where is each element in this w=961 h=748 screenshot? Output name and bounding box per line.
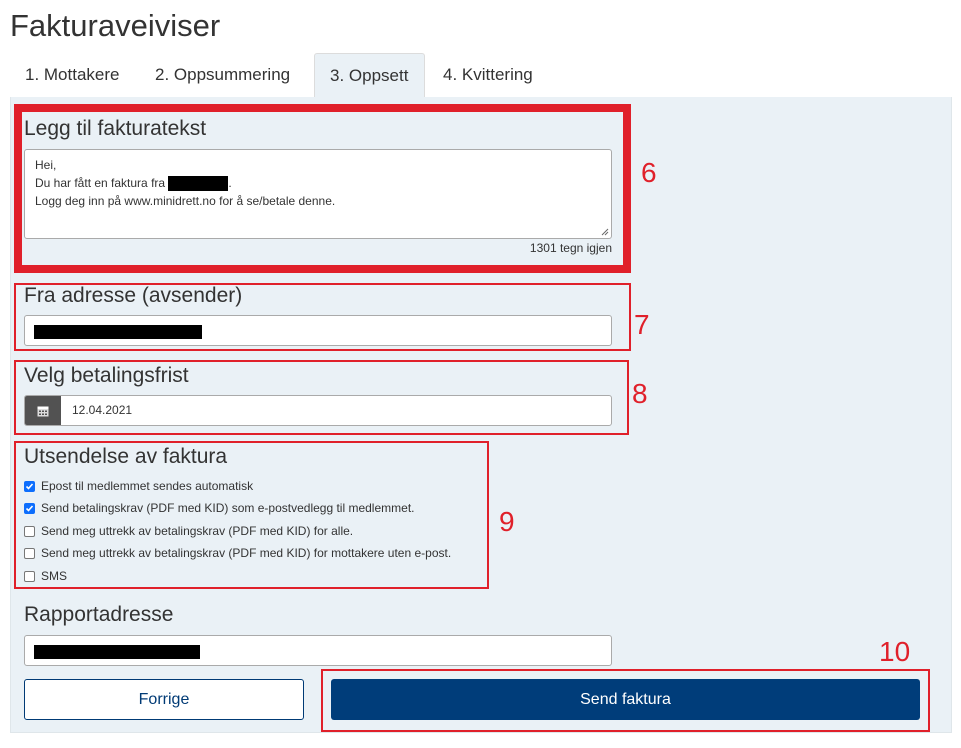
annotation-number-8: 8 [632, 378, 648, 409]
annotation-number-7: 7 [634, 309, 650, 340]
tab-oppsummering[interactable]: 2. Oppsummering [140, 53, 305, 97]
annotation-box-9 [14, 441, 489, 589]
tab-oppsett[interactable]: 3. Oppsett [314, 53, 425, 98]
annotation-number-9: 9 [499, 506, 515, 537]
annotation-box-6 [14, 104, 631, 273]
annotation-box-8 [14, 360, 629, 435]
report-address-label: Rapportadresse [24, 603, 174, 626]
previous-button[interactable]: Forrige [24, 679, 304, 720]
wizard-tabs: 1. Mottakere 2. Oppsummering 3. Oppsett … [10, 53, 951, 98]
annotation-box-10 [321, 669, 930, 732]
annotation-number-6: 6 [641, 157, 657, 188]
tab-mottakere[interactable]: 1. Mottakere [10, 53, 135, 97]
annotation-number-10: 10 [879, 636, 911, 667]
annotation-box-7 [14, 283, 631, 351]
page-title: Fakturaveiviser [10, 8, 221, 43]
redacted-block [34, 645, 200, 659]
tab-kvittering[interactable]: 4. Kvittering [428, 53, 548, 97]
report-address-input[interactable] [24, 635, 612, 666]
